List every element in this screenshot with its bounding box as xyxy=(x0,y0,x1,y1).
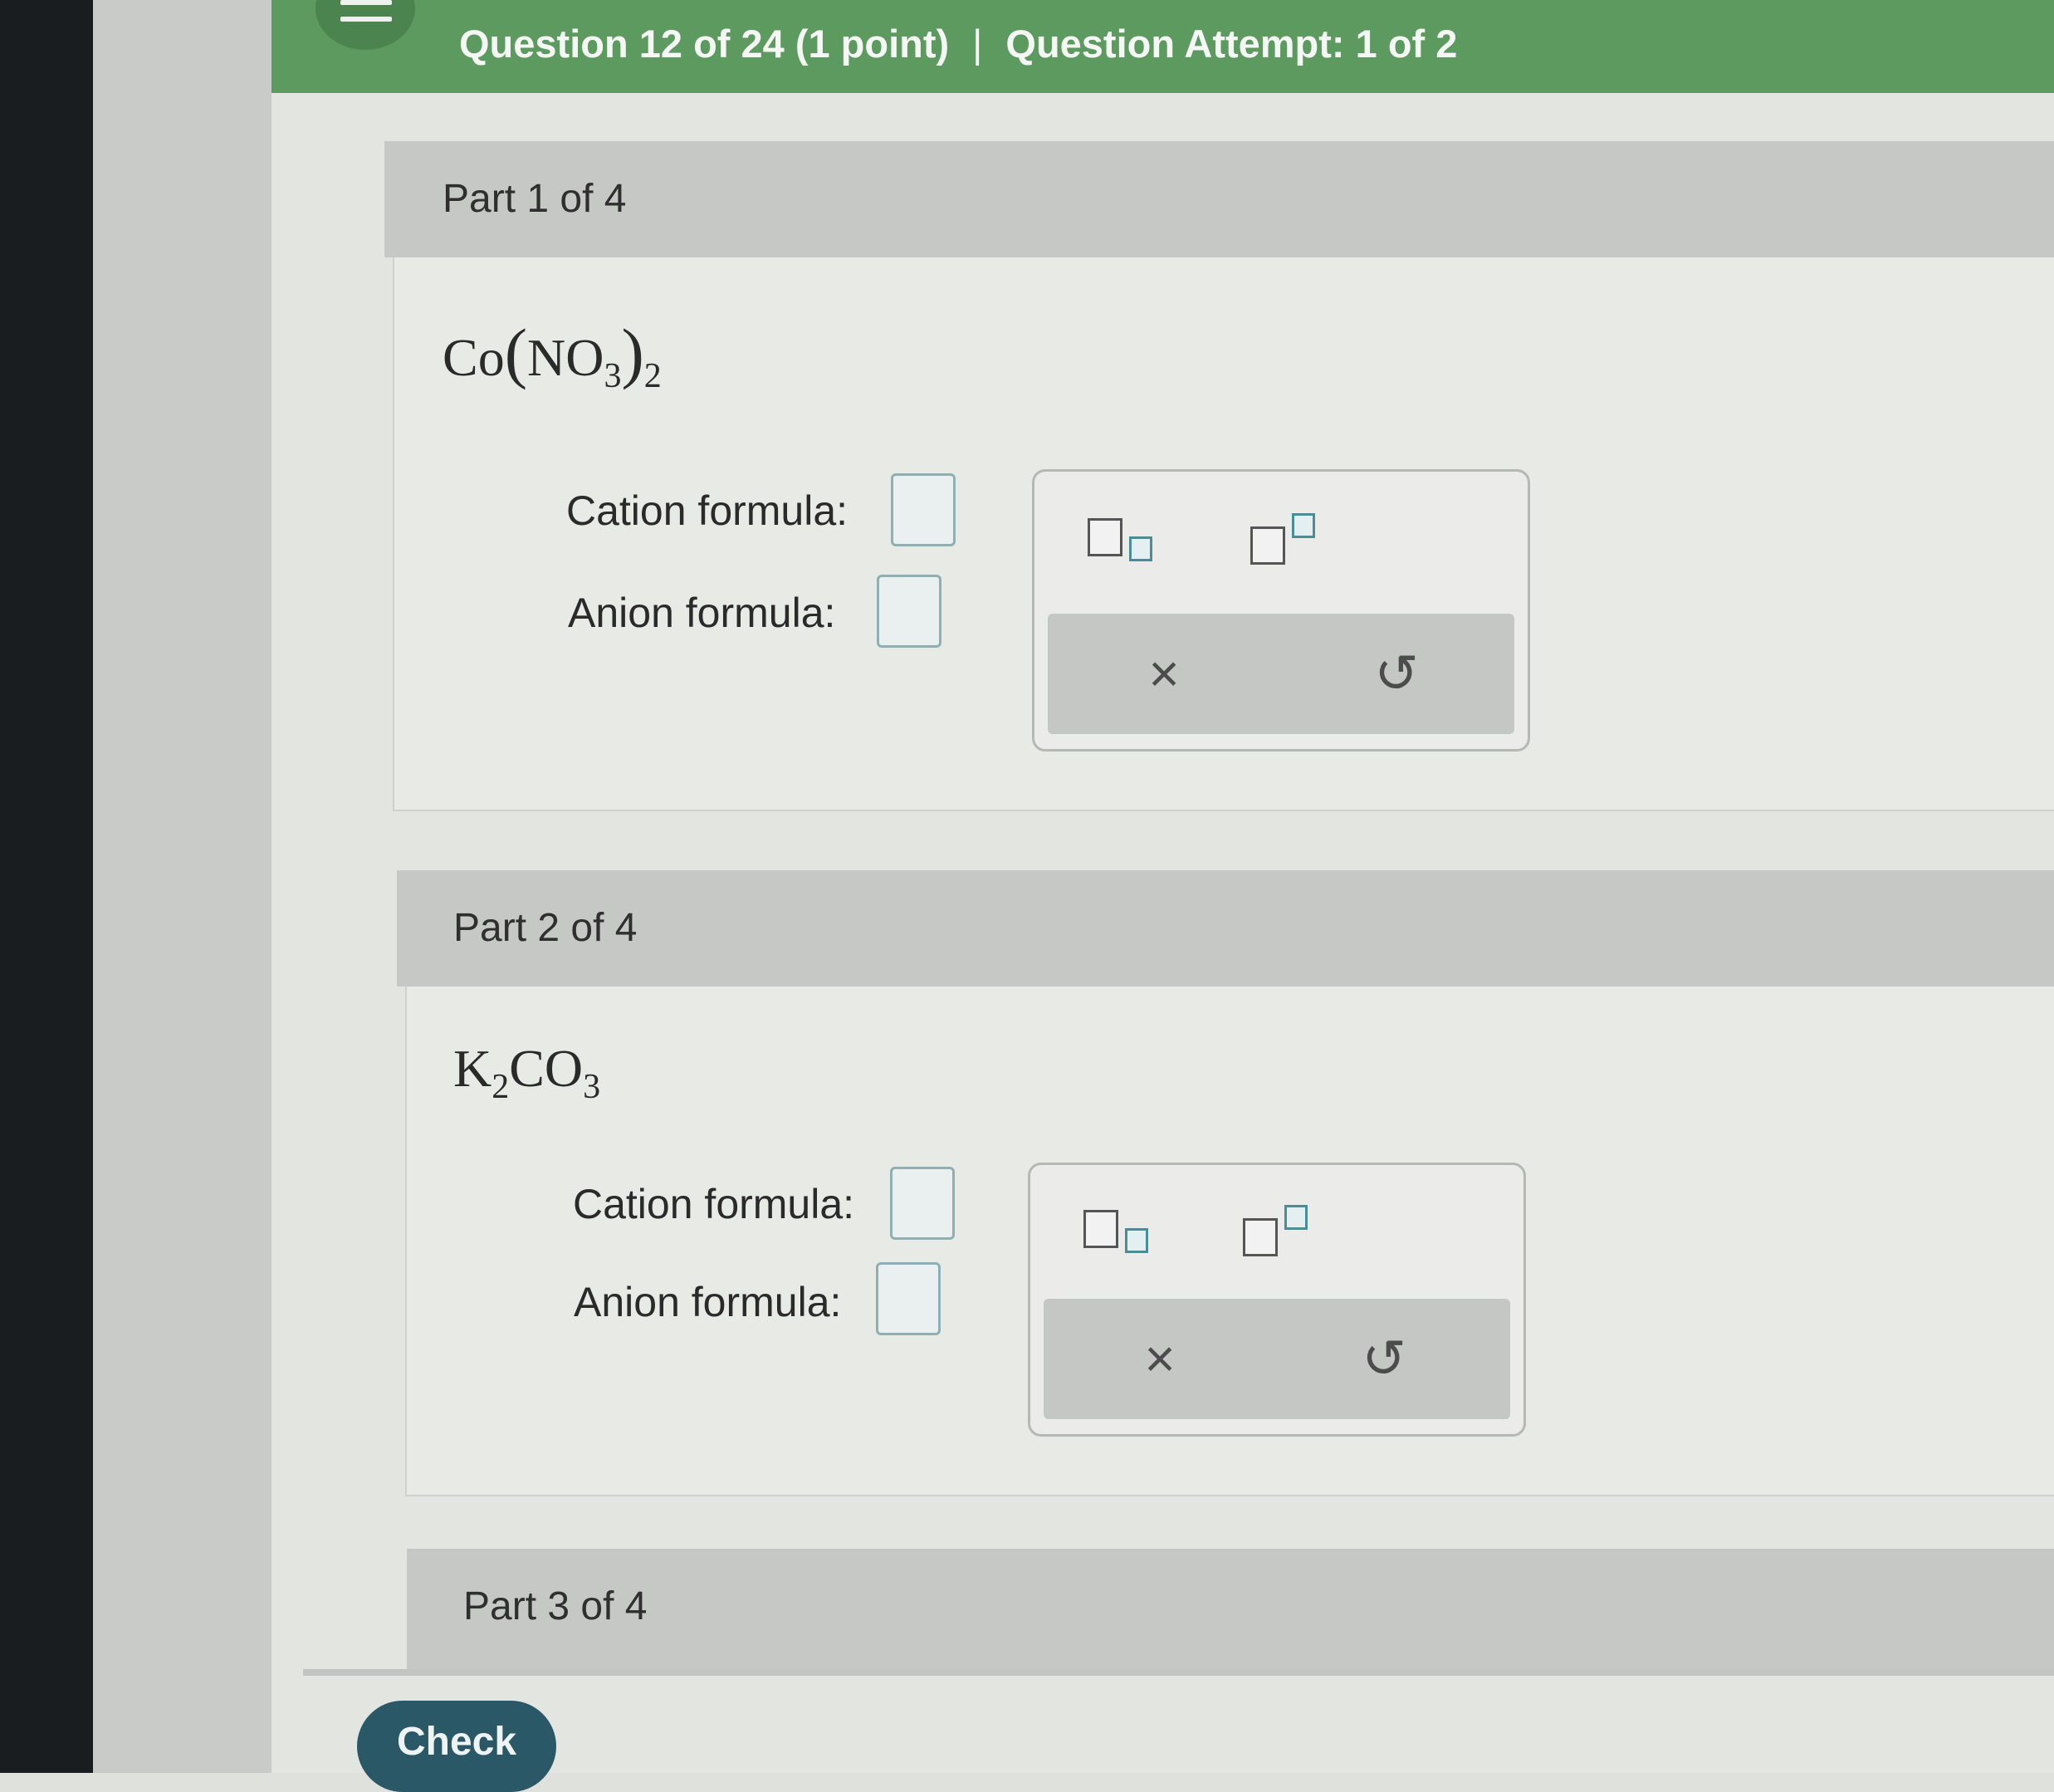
part-1-formula: Co(NO3)2 xyxy=(443,314,662,396)
formula-subscript: 2 xyxy=(491,1068,510,1106)
check-button[interactable]: Check xyxy=(357,1701,556,1792)
part-2-header: Part 2 of 4 xyxy=(397,870,2054,987)
part-1-action-bar: × ↺ xyxy=(1048,614,1514,734)
part-1-header: Part 1 of 4 xyxy=(384,141,2054,257)
part-3-header: Part 3 of 4 xyxy=(407,1549,2054,1669)
part-1-anion-input[interactable] xyxy=(877,575,941,648)
part-1-anion-label: Anion formula: xyxy=(568,590,836,636)
part-1-title: Part 1 of 4 xyxy=(443,177,627,221)
subscript-icon-small xyxy=(1129,536,1152,561)
superscript-icon xyxy=(1250,526,1285,565)
part-2-cation-input[interactable] xyxy=(890,1167,955,1240)
formula-element-k: K xyxy=(453,1039,492,1098)
part-2-title: Part 2 of 4 xyxy=(453,906,638,950)
formula-element-co: CO xyxy=(509,1039,584,1098)
part-1-cation-input[interactable] xyxy=(891,473,956,546)
part-2-formula: K2CO3 xyxy=(453,1038,600,1107)
question-attempt: Question Attempt: 1 of 2 xyxy=(1005,22,1458,66)
undo-icon[interactable]: ↺ xyxy=(1355,614,1438,734)
formula-open-paren: ( xyxy=(504,315,527,390)
subscript-icon xyxy=(1088,518,1122,556)
subscript-icon xyxy=(1083,1210,1118,1248)
superscript-icon xyxy=(1243,1218,1278,1256)
formula-close-paren: ) xyxy=(621,315,644,390)
question-title: Question 12 of 24 (1 point) | Question Att… xyxy=(459,15,1457,73)
undo-icon[interactable]: ↺ xyxy=(1342,1299,1426,1419)
subscript-button[interactable] xyxy=(1088,513,1171,580)
formula-subscript: 2 xyxy=(643,357,662,395)
clear-icon[interactable]: × xyxy=(1118,1299,1201,1419)
footer-divider xyxy=(303,1669,2054,1676)
superscript-icon-small xyxy=(1284,1205,1308,1230)
part-2-cation-label: Cation formula: xyxy=(573,1181,855,1227)
menu-icon xyxy=(340,0,392,5)
left-panel xyxy=(93,0,271,1773)
subscript-button[interactable] xyxy=(1083,1205,1166,1271)
title-separator: | xyxy=(972,22,983,66)
part-2-anion-label: Anion formula: xyxy=(574,1279,842,1325)
formula-element-co: Co xyxy=(443,328,505,387)
formula-subscript: 3 xyxy=(583,1068,601,1106)
monitor-bezel xyxy=(0,0,93,1773)
formula-subscript: 3 xyxy=(604,357,622,395)
part-1-palette: × ↺ xyxy=(1032,469,1530,752)
formula-element-no: NO xyxy=(527,328,604,387)
subscript-icon-small xyxy=(1125,1228,1148,1253)
superscript-button[interactable] xyxy=(1250,513,1333,580)
menu-icon-line xyxy=(340,17,392,22)
question-number: Question 12 of 24 (1 point) xyxy=(459,22,950,66)
superscript-icon-small xyxy=(1292,513,1315,538)
part-3-title: Part 3 of 4 xyxy=(463,1584,648,1628)
part-2-anion-input[interactable] xyxy=(876,1262,941,1335)
part-1-cation-label: Cation formula: xyxy=(566,487,848,534)
part-2-palette: × ↺ xyxy=(1028,1163,1526,1437)
part-2-action-bar: × ↺ xyxy=(1044,1299,1510,1419)
superscript-button[interactable] xyxy=(1243,1205,1326,1271)
clear-icon[interactable]: × xyxy=(1122,614,1206,734)
